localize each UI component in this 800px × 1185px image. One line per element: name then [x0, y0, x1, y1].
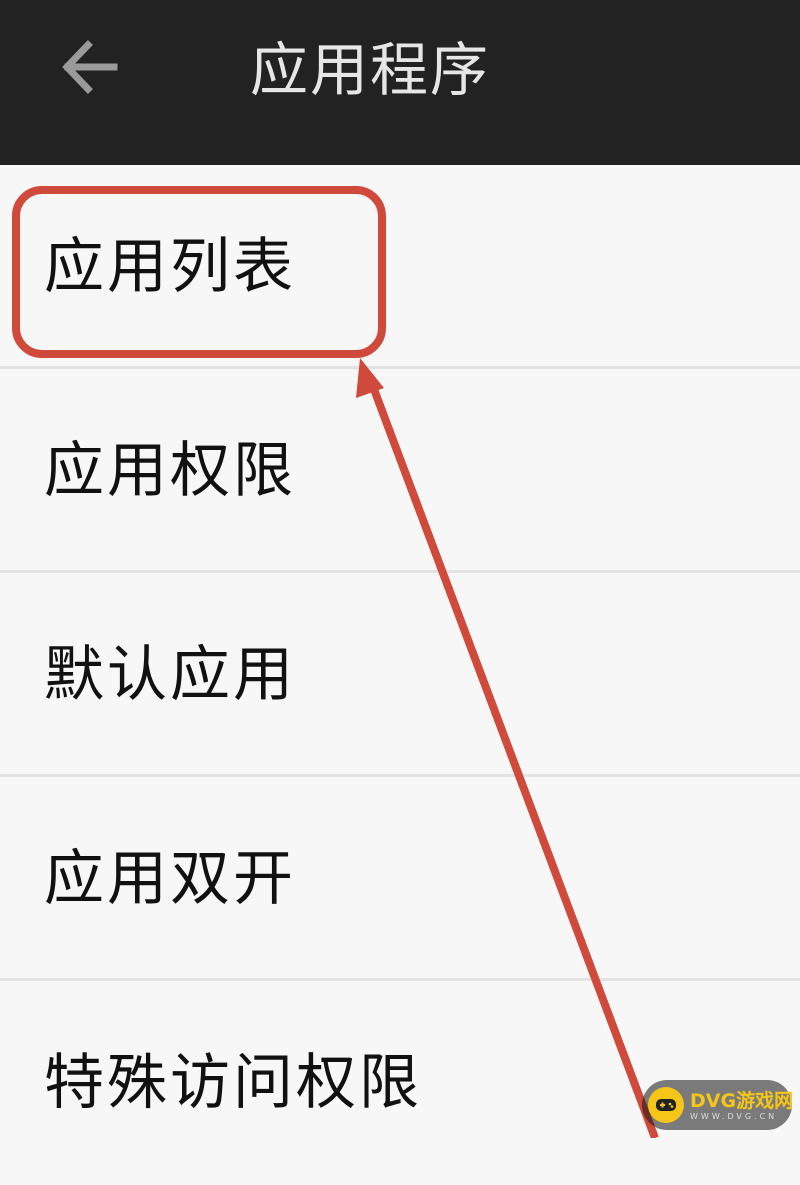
watermark: DVG游戏网 WWW.DVG.CN: [642, 1080, 794, 1130]
list-item-dual-apps[interactable]: 应用双开: [0, 777, 800, 981]
list-item-label: 默认应用: [44, 640, 296, 710]
list-item-label: 特殊访问权限: [44, 1048, 422, 1118]
list-item-app-permissions[interactable]: 应用权限: [0, 369, 800, 573]
list-item-label: 应用列表: [44, 232, 296, 302]
app-bar: 应用程序: [0, 0, 800, 165]
settings-list: 应用列表 应用权限 默认应用 应用双开 特殊访问权限: [0, 165, 800, 1185]
watermark-text: DVG游戏网 WWW.DVG.CN: [690, 1089, 794, 1121]
list-item-app-list[interactable]: 应用列表: [0, 165, 800, 369]
back-button[interactable]: [44, 22, 134, 112]
list-item-label: 应用双开: [44, 844, 296, 914]
game-controller-icon: [648, 1087, 684, 1123]
list-item-default-apps[interactable]: 默认应用: [0, 573, 800, 777]
watermark-subtext: WWW.DVG.CN: [690, 1111, 778, 1121]
list-item-label: 应用权限: [44, 436, 296, 506]
page-title: 应用程序: [250, 36, 491, 104]
arrow-left-icon: [62, 40, 118, 94]
